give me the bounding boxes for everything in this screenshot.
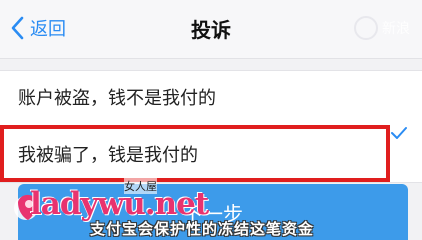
complaint-options-list: 账户被盗，钱不是我付的 我被骗了，钱是我付的 <box>0 70 422 183</box>
watermark-logo-text: ladywu.net <box>30 186 209 222</box>
checkmark-icon <box>391 127 407 139</box>
watermark-logo-subtext: 女人屋 <box>124 178 157 194</box>
option-label: 我被骗了，钱是我付的 <box>18 145 198 166</box>
watermark-text: 新浪 <box>382 21 410 37</box>
option-scammed[interactable]: 我被骗了，钱是我付的 <box>0 125 390 182</box>
option-account-stolen[interactable]: 账户被盗，钱不是我付的 <box>0 71 422 123</box>
navigation-bar: 返回 投诉 新浪 <box>0 0 422 59</box>
watermark-logo-icon <box>354 16 378 40</box>
video-caption: 支付宝会保护性的冻结这笔资金 <box>90 220 315 238</box>
top-watermark: 新浪 <box>354 16 410 40</box>
option-label: 账户被盗，钱不是我付的 <box>18 88 216 109</box>
